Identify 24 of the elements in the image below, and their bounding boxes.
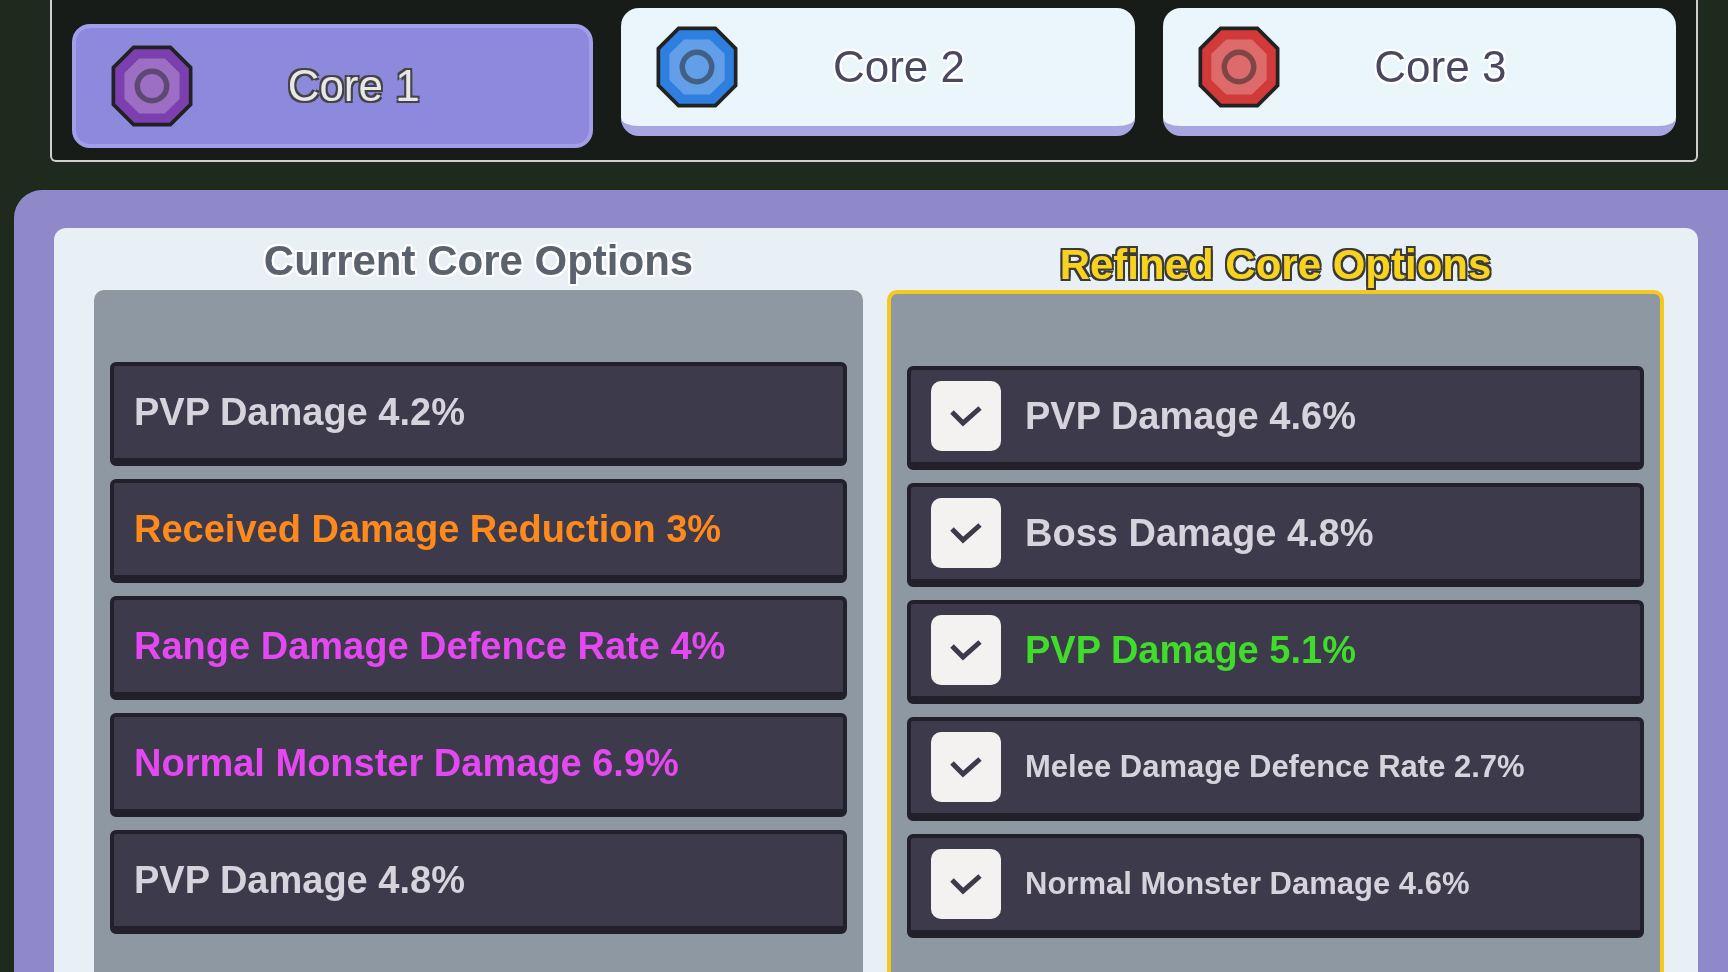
option-text: PVP Damage 4.2% <box>134 389 465 435</box>
checkbox[interactable] <box>931 381 1001 451</box>
option-text: Received Damage Reduction 3% <box>134 506 722 552</box>
core-tab[interactable]: Core 3 <box>1162 8 1676 136</box>
option-text: PVP Damage 4.8% <box>134 857 465 903</box>
checkbox[interactable] <box>931 615 1001 685</box>
option-text: PVP Damage 5.1% <box>1025 627 1356 673</box>
checkbox[interactable] <box>931 498 1001 568</box>
option-text: Melee Damage Defence Rate 2.7% <box>1025 747 1525 786</box>
check-icon <box>949 638 983 662</box>
check-icon <box>949 521 983 545</box>
option-text: Boss Damage 4.8% <box>1025 510 1374 556</box>
option-text: Normal Monster Damage 6.9% <box>134 740 679 786</box>
check-icon <box>949 404 983 428</box>
section-title: Refined Core Options <box>1058 242 1493 289</box>
option-text: Normal Monster Damage 4.6% <box>1025 864 1470 903</box>
core-tab[interactable]: Core 2 <box>621 8 1135 136</box>
section-title: Current Core Options <box>262 238 695 285</box>
checkbox[interactable] <box>931 732 1001 802</box>
check-icon <box>949 872 983 896</box>
check-icon <box>949 755 983 779</box>
checkbox[interactable] <box>931 849 1001 919</box>
option-text: Range Damage Defence Rate 4% <box>134 623 726 669</box>
option-text: PVP Damage 4.6% <box>1025 393 1356 439</box>
